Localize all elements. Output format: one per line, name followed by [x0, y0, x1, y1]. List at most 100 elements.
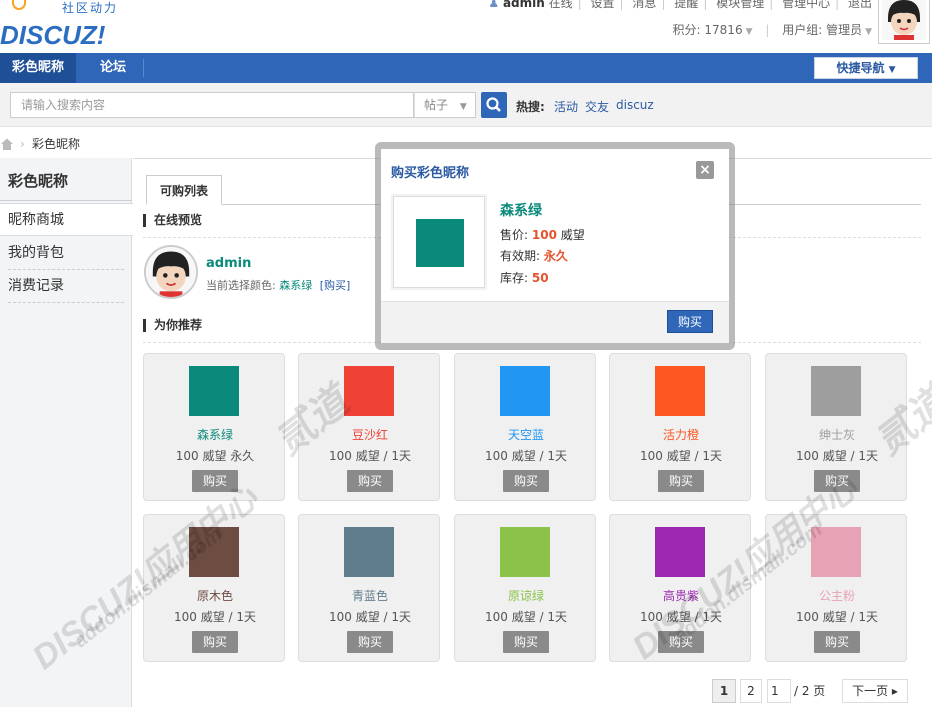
- admin-center-link[interactable]: 管理中心: [782, 0, 830, 10]
- usergroup-dropdown[interactable]: 用户组: 管理员 ▼: [782, 23, 872, 37]
- chevron-down-icon: ▼: [865, 27, 872, 37]
- search-button[interactable]: [481, 92, 507, 118]
- tab-buy-list[interactable]: 可购列表: [146, 175, 222, 205]
- modal-title: 购买彩色昵称: [391, 166, 470, 181]
- preview-username: admin: [206, 256, 252, 271]
- quick-nav-button[interactable]: 快捷导航 ▼: [814, 57, 918, 79]
- current-color-label: 当前选择颜色:: [206, 279, 276, 292]
- page-1[interactable]: 1: [712, 679, 736, 703]
- product-price: 100 威望 / 1天: [795, 449, 879, 463]
- online-status[interactable]: 在线: [549, 0, 573, 10]
- product-name: 绅士灰: [818, 428, 855, 442]
- page-input[interactable]: 1: [767, 679, 791, 703]
- buy-button[interactable]: 购买: [503, 470, 549, 492]
- buy-button[interactable]: 购买: [192, 631, 238, 653]
- search-input[interactable]: 请输入搜索内容: [10, 92, 414, 118]
- modal-buy-button[interactable]: 购买: [667, 310, 713, 333]
- sidebar-item-shop[interactable]: 昵称商城: [0, 203, 133, 236]
- product-price: 100 威望 / 1天: [484, 610, 568, 624]
- modal-price-row: 售价: 100 威望: [500, 228, 585, 242]
- modal-valid-row: 有效期: 永久: [500, 249, 568, 263]
- product-card[interactable]: 天空蓝 100 威望 / 1天 购买: [454, 353, 596, 501]
- search-icon: [486, 97, 501, 112]
- product-name: 原谅绿: [507, 589, 544, 603]
- home-icon[interactable]: [0, 137, 14, 151]
- sidebar-item-history[interactable]: 消费记录: [0, 270, 132, 303]
- product-card[interactable]: 活力橙 100 威望 / 1天 购买: [609, 353, 751, 501]
- product-name: 青蓝色: [351, 589, 388, 603]
- product-name: 豆沙红: [351, 428, 388, 442]
- product-card[interactable]: 原谅绿 100 威望 / 1天购买: [454, 514, 596, 662]
- nav-item-color-nickname[interactable]: 彩色昵称: [0, 53, 77, 83]
- color-swatch: [500, 527, 550, 577]
- product-card[interactable]: 青蓝色 100 威望 / 1天购买: [298, 514, 440, 662]
- notifications-link[interactable]: 提醒: [674, 0, 698, 10]
- product-card[interactable]: 高贵紫 100 威望 / 1天 购买: [609, 514, 751, 662]
- buy-button[interactable]: 购买: [347, 631, 393, 653]
- top-header: 社区动力 DISCUZ! ♟ admin 在线 | 设置 | 消息 | 提醒 | 模块管…: [0, 0, 932, 52]
- product-price: 100 威望 / 1天: [173, 610, 257, 624]
- close-icon[interactable]: ×: [696, 161, 714, 179]
- buy-button[interactable]: 购买: [658, 631, 704, 653]
- hot-link-activity[interactable]: 活动: [554, 98, 578, 115]
- site-logo[interactable]: DISCUZ!: [0, 20, 105, 51]
- hot-search-label: 热搜:: [516, 100, 545, 114]
- buy-modal: 购买彩色昵称 × 森系绿 售价: 100 威望 有效期: 永久 库存: 50 购…: [381, 149, 729, 343]
- product-card[interactable]: 豆沙红 100 威望 / 1天 购买: [298, 353, 440, 501]
- next-page-button[interactable]: 下一页 ▸: [842, 679, 908, 703]
- color-swatch: [189, 527, 239, 577]
- breadcrumb-current[interactable]: 彩色昵称: [32, 134, 80, 154]
- chevron-down-icon: ▼: [459, 102, 467, 112]
- product-name: 原木色: [196, 589, 233, 603]
- buy-button[interactable]: 购买: [347, 470, 393, 492]
- main-nav: 彩色昵称 论坛 快捷导航 ▼: [0, 53, 932, 83]
- current-buy-link[interactable]: [购买]: [320, 279, 351, 292]
- logo-swoosh-icon: [12, 0, 26, 10]
- logout-link[interactable]: 退出: [848, 0, 872, 10]
- section-title-recommend: 为你推荐: [143, 319, 202, 332]
- modal-valid-value: 永久: [543, 249, 568, 263]
- logo-slogan: 社区动力: [62, 1, 119, 15]
- modal-stock-row: 库存: 50: [500, 271, 549, 285]
- hot-link-friends[interactable]: 交友: [585, 98, 609, 115]
- product-name: 高贵紫: [662, 589, 699, 603]
- user-stats: 积分: 17816 ▼ | 用户组: 管理员 ▼: [672, 23, 872, 37]
- hot-link-discuz[interactable]: discuz: [616, 98, 654, 112]
- color-swatch: [655, 527, 705, 577]
- buy-button[interactable]: 购买: [814, 470, 860, 492]
- product-name: 公主粉: [818, 589, 855, 603]
- page-2[interactable]: 2: [740, 679, 762, 703]
- product-price: 100 威望 / 1天: [795, 610, 879, 624]
- pagination: 1 2 1 / 2 页 下一页 ▸: [712, 679, 922, 703]
- product-card[interactable]: 森系绿 100 威望 永久 购买: [143, 353, 285, 501]
- product-card[interactable]: 公主粉 100 威望 / 1天购买: [765, 514, 907, 662]
- product-price: 100 威望 / 1天: [328, 610, 412, 624]
- product-card[interactable]: 原木色 100 威望 / 1天购买: [143, 514, 285, 662]
- sidebar-item-backpack[interactable]: 我的背包: [0, 237, 132, 270]
- section-title-preview: 在线预览: [143, 214, 202, 227]
- username-link[interactable]: admin: [503, 0, 545, 10]
- credits-dropdown[interactable]: 积分: 17816 ▼: [673, 23, 753, 37]
- user-links: ♟ admin 在线 | 设置 | 消息 | 提醒 | 模块管理 | 管理中心 | 退出: [488, 0, 872, 10]
- modal-stock-value: 50: [531, 271, 549, 285]
- product-name: 天空蓝: [507, 428, 544, 442]
- buy-button[interactable]: 购买: [814, 631, 860, 653]
- current-color-text: 当前选择颜色: 森系绿 [购买]: [206, 277, 350, 293]
- buy-button[interactable]: 购买: [658, 470, 704, 492]
- buy-button[interactable]: 购买: [503, 631, 549, 653]
- divider: [8, 302, 124, 303]
- messages-link[interactable]: 消息: [632, 0, 656, 10]
- color-swatch: [189, 366, 239, 416]
- color-swatch: [811, 366, 861, 416]
- color-swatch: [344, 527, 394, 577]
- product-card[interactable]: 绅士灰 100 威望 / 1天购买: [765, 353, 907, 501]
- module-admin-link[interactable]: 模块管理: [716, 0, 764, 10]
- search-type-select[interactable]: 帖子 ▼: [414, 92, 476, 118]
- avatar[interactable]: [878, 0, 930, 44]
- buy-button[interactable]: 购买: [192, 470, 238, 492]
- nav-item-forum[interactable]: 论坛: [88, 53, 138, 83]
- product-name: 活力橙: [662, 428, 699, 442]
- settings-link[interactable]: 设置: [591, 0, 615, 10]
- modal-footer: 购买: [381, 301, 729, 343]
- color-swatch: [500, 366, 550, 416]
